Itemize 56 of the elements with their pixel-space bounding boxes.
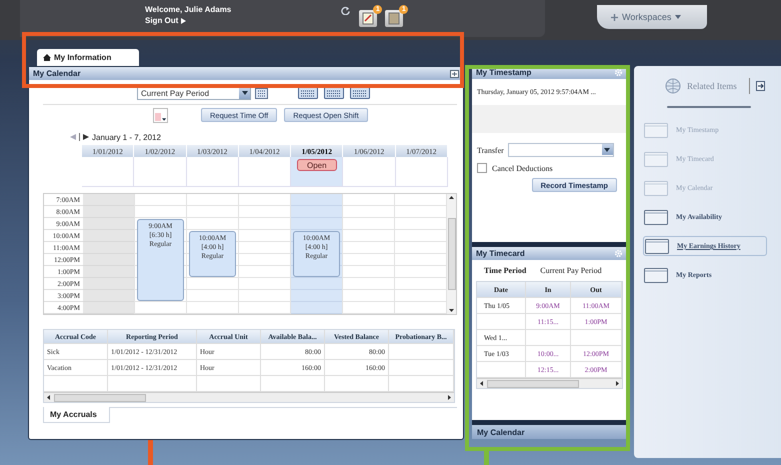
table-cell [477, 314, 526, 330]
date-range: January 1 - 7, 2012 [92, 132, 161, 142]
collapsed-panel-header[interactable]: My Calendar [472, 425, 627, 439]
field-label: Transfer [477, 146, 504, 154]
scroll-right-icon[interactable] [448, 395, 451, 400]
panel-title: Related Items [687, 81, 737, 91]
notepad-button[interactable] [359, 10, 378, 27]
panel-title: My Timestamp [476, 68, 532, 77]
my-accruals-tab[interactable]: My Accruals [43, 407, 110, 423]
maximize-icon[interactable] [450, 70, 459, 78]
horizontal-scrollbar[interactable] [44, 392, 454, 402]
home-icon [43, 54, 51, 61]
window-icon [644, 152, 668, 166]
checkbox[interactable] [477, 163, 487, 173]
collapse-icon[interactable] [756, 81, 765, 91]
plus-icon [611, 14, 618, 20]
caret-icon [242, 91, 248, 95]
welcome-text: Welcome, Julie Adams [145, 5, 232, 14]
calendar-icon[interactable] [255, 88, 268, 98]
open-shift-event[interactable]: Open [296, 159, 337, 171]
table-cell [571, 330, 622, 346]
field-value: Current Pay Period [540, 266, 602, 275]
sign-out-link[interactable]: Sign Out [145, 16, 178, 25]
box-button[interactable] [385, 10, 404, 27]
window-icon [644, 122, 668, 138]
calendar-view-icon[interactable] [350, 87, 370, 99]
calendar-view-icon[interactable] [324, 87, 344, 99]
caret-icon [604, 148, 610, 152]
table-cell [389, 344, 454, 360]
checkbox-label: Cancel Deductions [492, 164, 553, 172]
scroll-right-icon[interactable] [616, 381, 619, 386]
table-cell [526, 330, 571, 346]
window-icon [644, 210, 668, 224]
scroll-down-icon[interactable] [449, 309, 454, 312]
triangle-icon [181, 18, 186, 24]
field-label: Time Period [484, 266, 526, 275]
globe-icon [665, 78, 681, 94]
panel-title: My Calendar [33, 69, 81, 78]
scroll-up-icon[interactable] [449, 196, 454, 199]
window-icon [644, 180, 668, 196]
refresh-icon[interactable] [341, 6, 350, 15]
panel-title: My Timecard [476, 249, 525, 258]
color-picker[interactable] [153, 108, 168, 122]
next-arrow-icon[interactable] [83, 134, 89, 140]
workspaces-tab[interactable]: Workspaces [597, 5, 707, 29]
scroll-left-icon[interactable] [47, 395, 50, 400]
scroll-left-icon[interactable] [480, 381, 483, 386]
my-information-tab[interactable]: My Information [37, 49, 139, 66]
horizontal-scrollbar[interactable] [477, 378, 622, 388]
window-icon [644, 268, 668, 282]
vertical-scrollbar[interactable] [447, 194, 456, 314]
window-icon [645, 238, 669, 254]
table-cell [389, 360, 454, 376]
caret-icon [675, 15, 682, 19]
caret-icon [162, 118, 166, 120]
calendar-view-icon[interactable] [298, 87, 318, 99]
